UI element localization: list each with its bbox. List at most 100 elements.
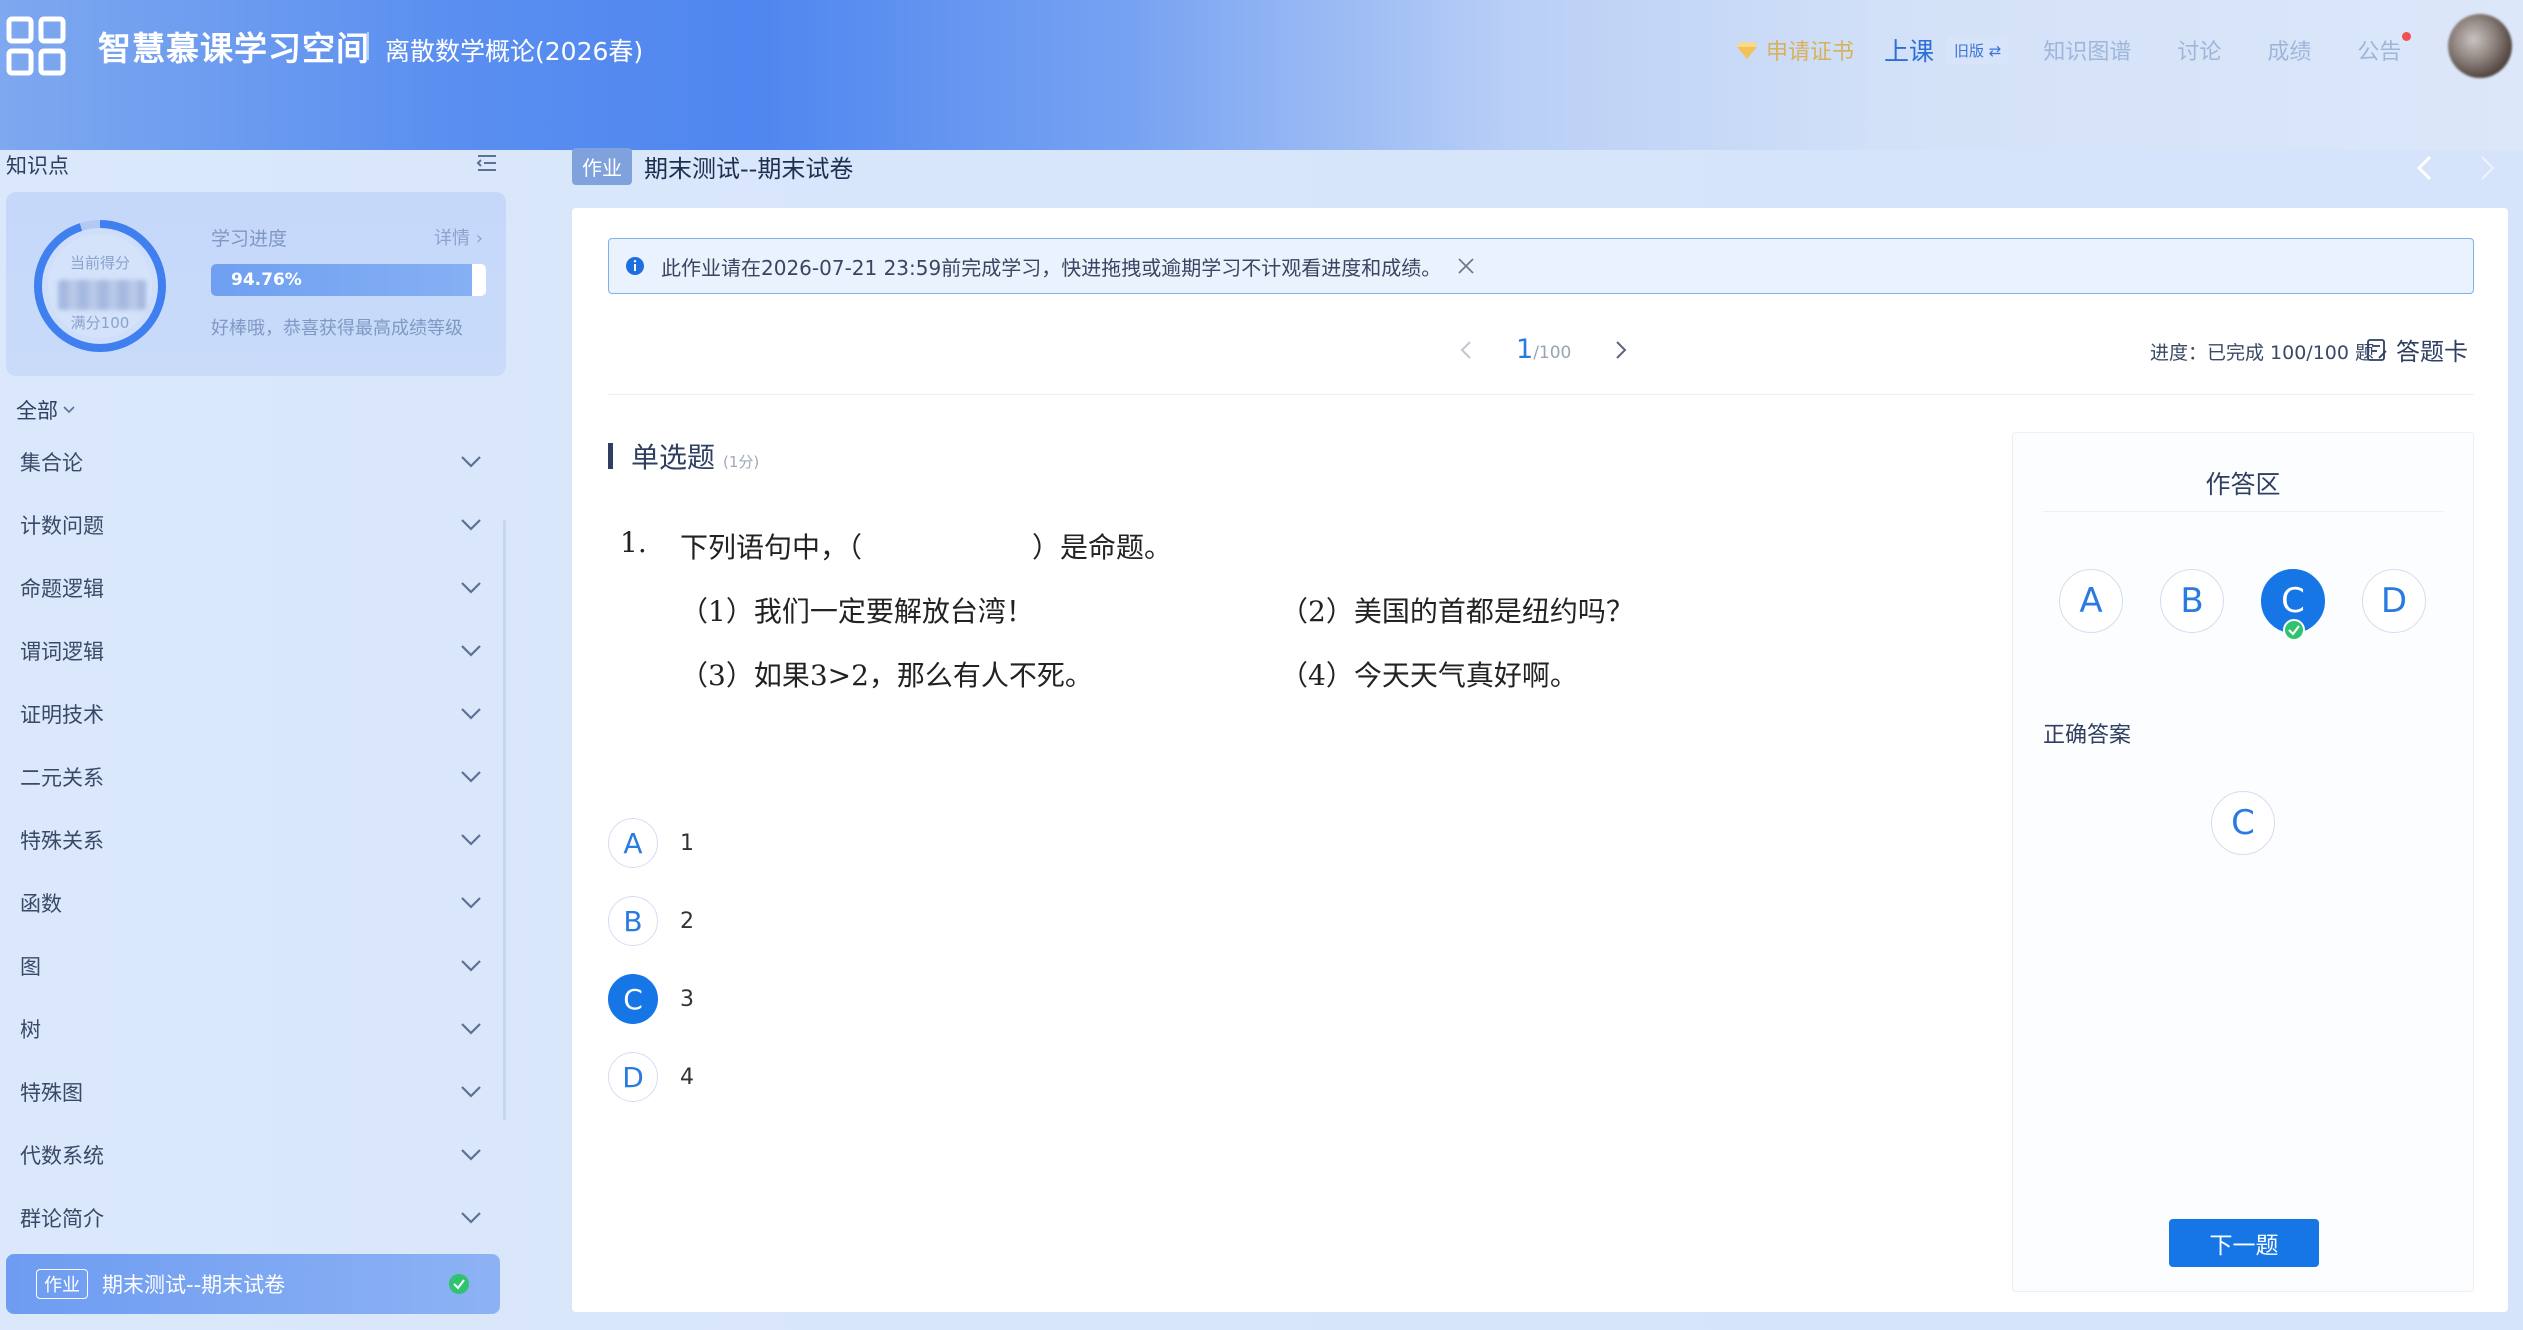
nav-discussion[interactable]: 讨论 xyxy=(2177,34,2221,66)
congrats-text: 好棒哦，恭喜获得最高成绩等级 xyxy=(211,318,463,339)
sidebar-topic[interactable]: 集合论 xyxy=(0,430,512,493)
filter-label: 全部 xyxy=(16,399,58,423)
next-item-icon[interactable] xyxy=(2476,154,2498,182)
chevron-down-icon xyxy=(63,406,75,414)
sidebar-topic-label: 函数 xyxy=(20,891,62,916)
sidebar-topic[interactable]: 计数问题 xyxy=(0,493,512,556)
nav-grades[interactable]: 成绩 xyxy=(2267,34,2311,66)
notice-text: 此作业请在2026-07-21 23:59前完成学习，快进拖拽或逾期学习不计观看… xyxy=(661,255,1442,280)
question-pager: 1 /100 xyxy=(1458,334,1629,365)
full-score-label: 满分100 xyxy=(70,314,130,332)
chevron-down-icon xyxy=(461,518,481,531)
option-letter[interactable]: C xyxy=(608,974,658,1024)
sidebar-topic[interactable]: 证明技术 xyxy=(0,682,512,745)
filter-dropdown[interactable]: 全部 xyxy=(16,395,76,425)
homework-tag: 作业 xyxy=(572,148,632,185)
answer-choice-b[interactable]: B xyxy=(2160,569,2224,633)
chevron-down-icon xyxy=(461,1085,481,1098)
option-c[interactable]: C3 xyxy=(608,960,694,1038)
progress-fill: 94.76% xyxy=(211,264,472,296)
score-label: 当前得分 xyxy=(69,254,130,272)
homework-tag: 作业 xyxy=(36,1269,88,1299)
logo-icon[interactable] xyxy=(5,15,67,77)
sidebar-topic-label: 命题逻辑 xyxy=(20,576,104,601)
stem-after: ）是命题。 xyxy=(1032,531,1173,564)
question-type: 单选题 xyxy=(631,441,716,474)
sidebar-topic-label: 群论简介 xyxy=(20,1206,104,1231)
next-question-button[interactable]: 下一题 xyxy=(2169,1219,2319,1267)
sidebar-topic-label: 计数问题 xyxy=(20,513,104,538)
answer-card-button[interactable]: 答题卡 xyxy=(2366,332,2468,367)
statement-3: （3）如果3>2，那么有人不死。 xyxy=(680,659,1093,692)
option-letter[interactable]: B xyxy=(608,896,658,946)
check-circle-icon xyxy=(2283,619,2305,641)
unread-dot xyxy=(2402,32,2412,41)
option-a[interactable]: A1 xyxy=(608,804,694,882)
sidebar-topic-label: 特殊关系 xyxy=(20,828,104,853)
sidebar-topic[interactable]: 树 xyxy=(0,997,512,1060)
chevron-down-icon xyxy=(461,896,481,909)
sidebar-topic[interactable]: 图 xyxy=(0,934,512,997)
sidebar-topic-label: 二元关系 xyxy=(20,765,104,790)
sidebar-topic[interactable]: 命题逻辑 xyxy=(0,556,512,619)
answer-choice-letter: C xyxy=(2281,581,2305,621)
close-icon[interactable] xyxy=(1457,257,1475,275)
sidebar-topic[interactable]: 二元关系 xyxy=(0,745,512,808)
brand-name[interactable]: 智慧慕课学习空间 xyxy=(98,22,370,70)
nav-apply-certificate[interactable]: 申请证书 xyxy=(1736,34,1854,66)
statement-4: （4）今天天气真好啊。 xyxy=(1280,659,1578,692)
statement-2: （2）美国的首都是纽约吗？ xyxy=(1280,595,1634,628)
sidebar-scrollbar[interactable] xyxy=(503,520,506,1120)
answer-choice-c[interactable]: C xyxy=(2261,569,2325,641)
chevron-down-icon xyxy=(461,833,481,846)
option-letter[interactable]: D xyxy=(608,1052,658,1102)
divider xyxy=(2043,511,2443,512)
course-title[interactable]: 离散数学概论(2026春) xyxy=(385,32,643,68)
previous-item-icon[interactable] xyxy=(2414,154,2436,182)
chevron-down-icon xyxy=(461,1148,481,1161)
header-divider xyxy=(367,32,369,60)
option-b[interactable]: B2 xyxy=(608,882,694,960)
sidebar: 知识点 当前得分 满分100 学习进度 详情 › 94.76% 好棒哦，恭喜获得… xyxy=(0,140,512,1330)
nav-announcements-label: 公告 xyxy=(2357,40,2402,65)
sidebar-item-final-exam[interactable]: 作业 期末测试--期末试卷 xyxy=(6,1254,500,1314)
sidebar-item-label: 期末测试--期末试卷 xyxy=(102,1273,286,1297)
details-link[interactable]: 详情 › xyxy=(434,224,483,250)
sidebar-topic[interactable]: 函数 xyxy=(0,871,512,934)
user-avatar[interactable] xyxy=(2448,14,2512,78)
answer-choice-letter: A xyxy=(2079,581,2103,621)
sidebar-topic-label: 特殊图 xyxy=(20,1080,83,1105)
chevron-down-icon xyxy=(461,770,481,783)
answer-choice-d[interactable]: D xyxy=(2362,569,2426,633)
nav-knowledge-map[interactable]: 知识图谱 xyxy=(2043,34,2131,66)
old-version-toggle[interactable]: 旧版 ⇄ xyxy=(1946,36,2010,64)
total-questions: /100 xyxy=(1533,343,1572,363)
score-value-blurred xyxy=(58,280,146,310)
info-icon xyxy=(626,257,644,275)
sidebar-title: 知识点 xyxy=(6,154,69,178)
assignment-breadcrumb: 作业 期末测试--期末试卷 xyxy=(572,148,853,185)
collapse-sidebar-icon[interactable] xyxy=(476,154,498,172)
option-d[interactable]: D4 xyxy=(608,1038,694,1116)
heading-accent-bar xyxy=(608,443,613,469)
chevron-down-icon xyxy=(461,959,481,972)
sidebar-topic[interactable]: 群论简介 xyxy=(0,1186,512,1249)
chevron-down-icon xyxy=(461,581,481,594)
sidebar-topic[interactable]: 特殊关系 xyxy=(0,808,512,871)
sidebar-topic-label: 树 xyxy=(20,1017,41,1042)
question-score: (1分) xyxy=(723,453,760,471)
nav-class[interactable]: 上课 xyxy=(1884,32,1934,68)
answer-area-title: 作答区 xyxy=(2205,470,2281,499)
sidebar-topic[interactable]: 代数系统 xyxy=(0,1123,512,1186)
sidebar-topic[interactable]: 特殊图 xyxy=(0,1060,512,1123)
nav-announcements[interactable]: 公告 xyxy=(2357,32,2412,66)
answer-choice-a[interactable]: A xyxy=(2059,569,2123,633)
deadline-notice: 此作业请在2026-07-21 23:59前完成学习，快进拖拽或逾期学习不计观看… xyxy=(608,238,2474,294)
option-letter[interactable]: A xyxy=(608,818,658,868)
chevron-down-icon xyxy=(461,1022,481,1035)
chevron-down-icon xyxy=(461,455,481,468)
chevron-right-icon[interactable] xyxy=(1613,339,1629,361)
chevron-down-icon xyxy=(461,707,481,720)
sidebar-topic[interactable]: 谓词逻辑 xyxy=(0,619,512,682)
chevron-left-icon[interactable] xyxy=(1458,339,1474,361)
